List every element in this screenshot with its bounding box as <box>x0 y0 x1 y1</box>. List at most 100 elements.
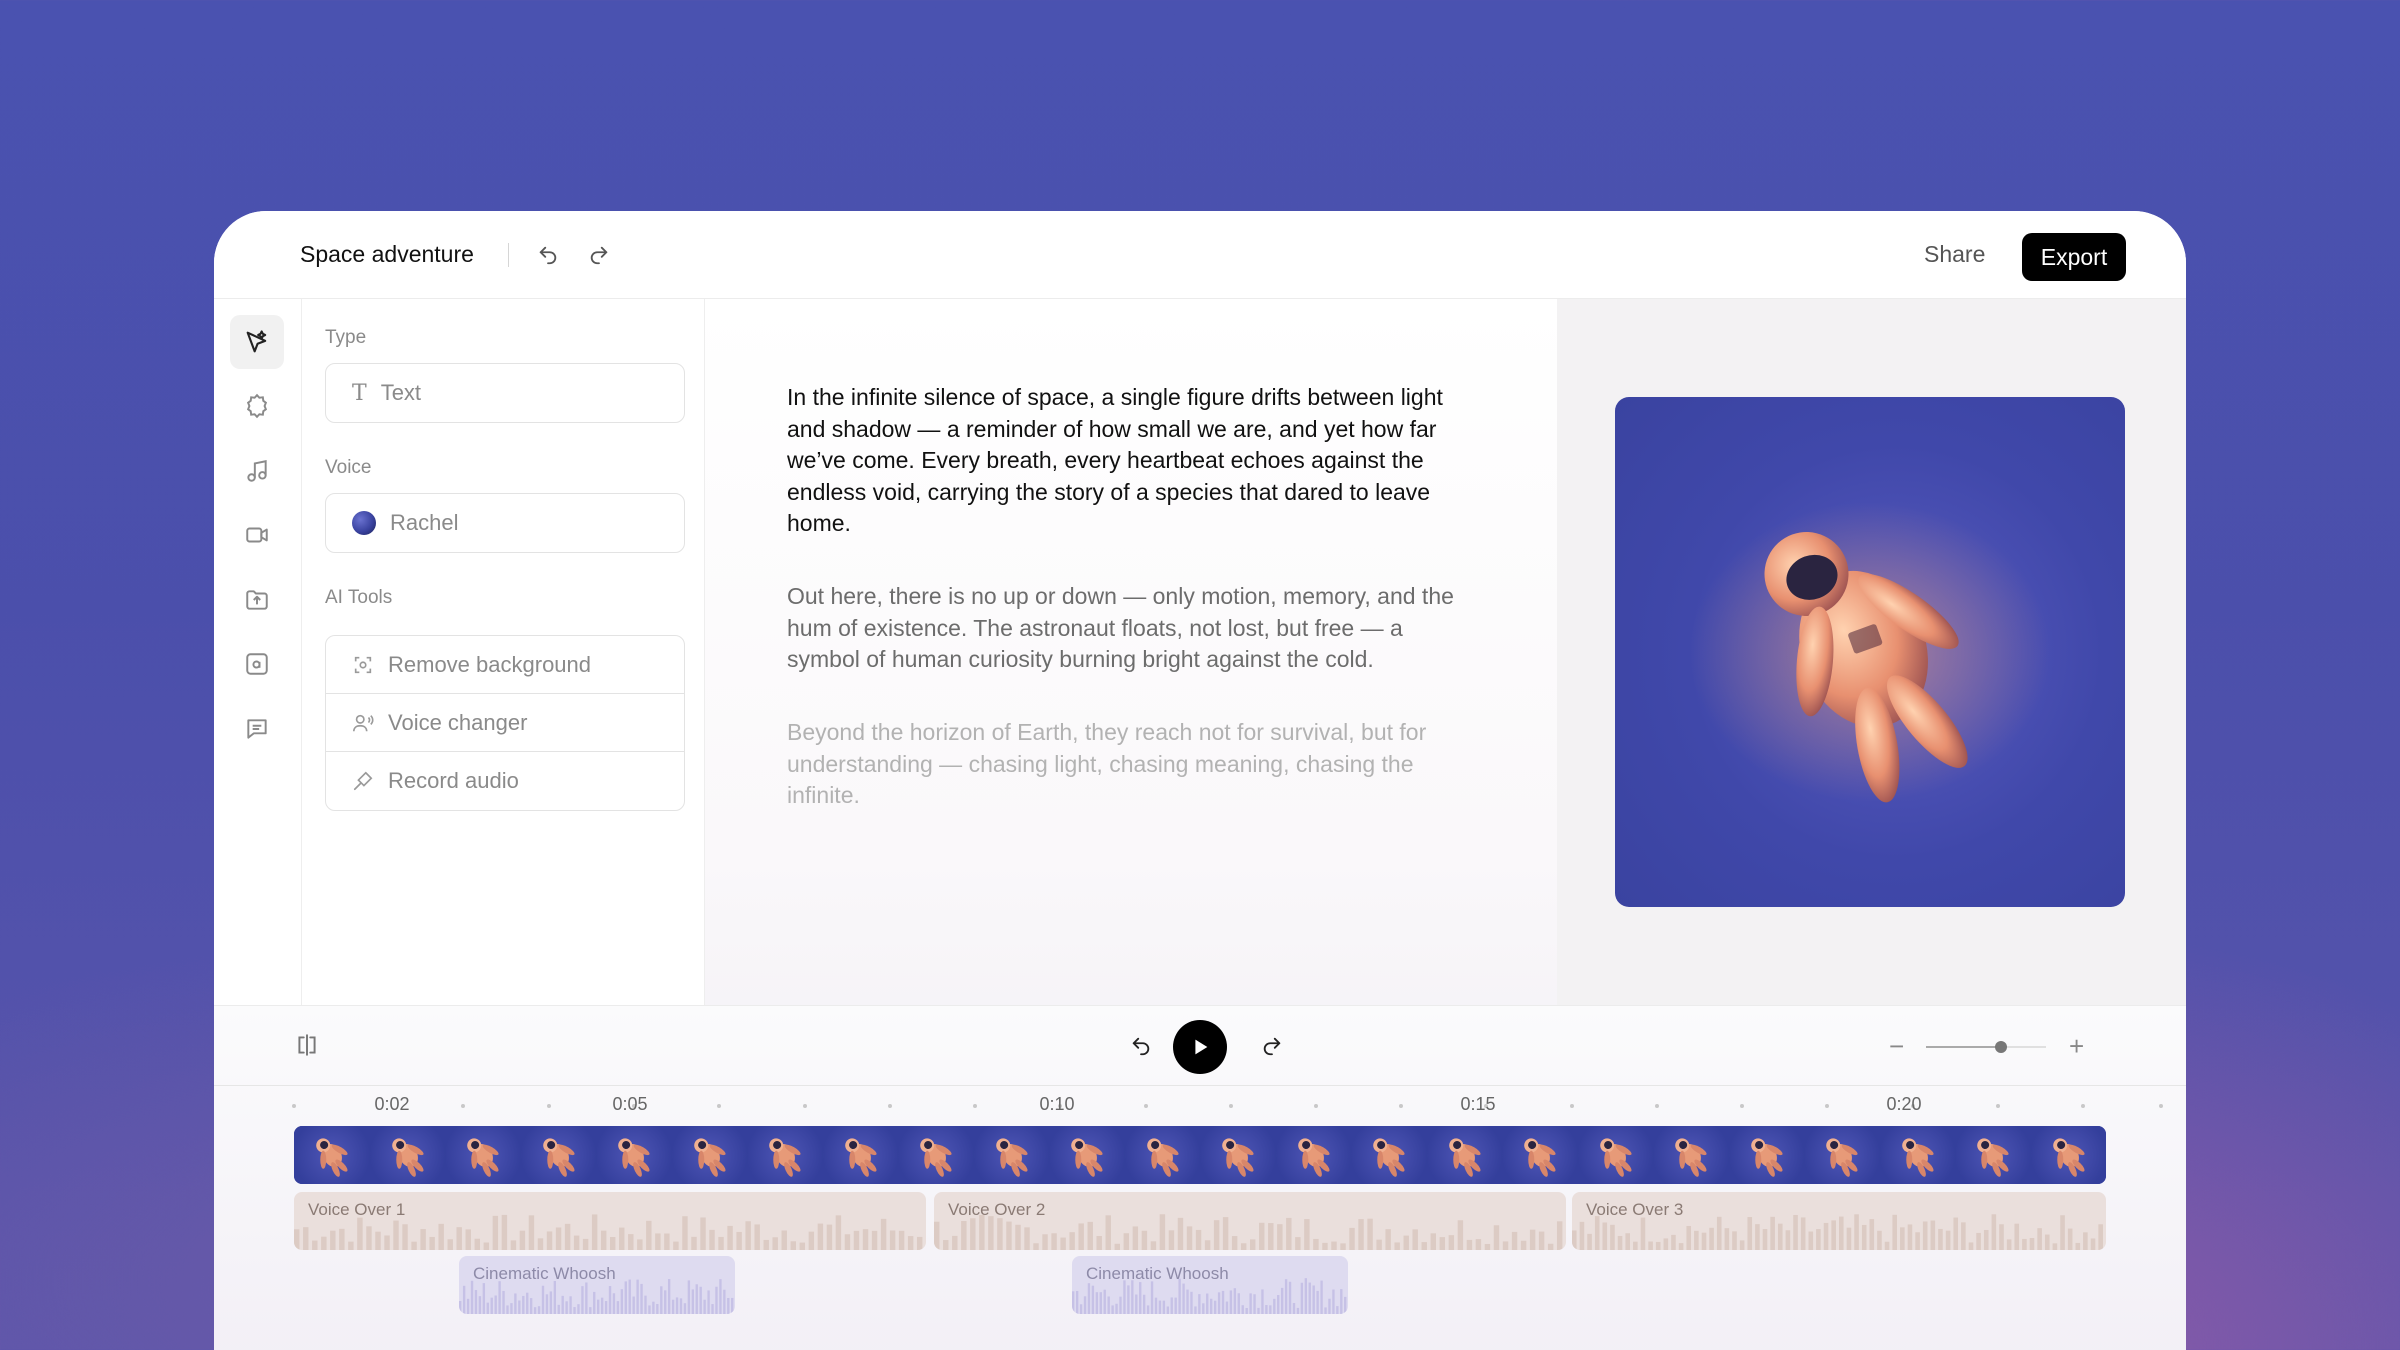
export-button[interactable]: Export <box>2022 233 2126 281</box>
type-section-label: Type <box>325 327 367 348</box>
video-frame-thumbnail <box>1577 1126 1653 1184</box>
voice-value: Rachel <box>390 510 459 535</box>
video-frame-thumbnail <box>1955 1126 2031 1184</box>
video-frame-thumbnail <box>1804 1126 1880 1184</box>
voice-changer-button[interactable]: Voice changer <box>326 694 684 752</box>
sfx-clip[interactable]: Cinematic Whoosh <box>459 1256 735 1314</box>
video-frame-thumbnail <box>294 1126 370 1184</box>
video-frame-thumbnail <box>1275 1126 1351 1184</box>
video-frame-thumbnail <box>1351 1126 1427 1184</box>
waveform <box>459 1279 734 1314</box>
ruler-tick <box>292 1104 296 1108</box>
script-paragraph-2[interactable]: Out here, there is no up or down — only … <box>787 581 1477 676</box>
header-divider <box>508 243 509 267</box>
voice-clip[interactable]: Voice Over 2 <box>934 1192 1566 1250</box>
music-icon <box>247 460 267 482</box>
video-frame-thumbnail <box>671 1126 747 1184</box>
script-paragraph-3[interactable]: Beyond the horizon of Earth, they reach … <box>787 717 1477 812</box>
ruler-tick <box>973 1104 977 1108</box>
play-button[interactable] <box>1173 1020 1227 1074</box>
plus-icon: + <box>2069 1031 2085 1061</box>
remove-background-icon <box>354 656 372 673</box>
timeline-area: − + 0:02 0:05 0:10 0:15 0:20 Voice Over 1 Vo… <box>214 1005 2186 1350</box>
video-icon <box>246 527 268 543</box>
ruler-label: 0:15 <box>1460 1094 1496 1114</box>
script-paragraph-1[interactable]: In the infinite silence of space, a sing… <box>787 382 1477 540</box>
forward-button[interactable] <box>1261 1035 1283 1062</box>
toggle-panel-button[interactable] <box>294 1032 320 1063</box>
ruler-tick <box>1740 1104 1744 1108</box>
video-frame-thumbnail <box>973 1126 1049 1184</box>
rail-video[interactable] <box>230 508 284 562</box>
video-frame-thumbnail <box>2030 1126 2106 1184</box>
record-audio-button[interactable]: Record audio <box>326 752 684 810</box>
video-track[interactable] <box>294 1126 2106 1184</box>
project-title[interactable]: Space adventure <box>300 241 474 268</box>
redo-icon <box>590 246 608 265</box>
voice-clip[interactable]: Voice Over 1 <box>294 1192 926 1250</box>
sfx-clip[interactable]: Cinematic Whoosh <box>1072 1256 1348 1314</box>
astronaut-image <box>1690 502 2050 803</box>
voice-avatar <box>352 511 376 535</box>
zoom-slider-track[interactable] <box>1926 1046 2006 1048</box>
video-frame-thumbnail <box>596 1126 672 1184</box>
ruler-tick <box>888 1104 892 1108</box>
voice-changer-icon <box>353 714 374 731</box>
video-frame-thumbnail <box>822 1126 898 1184</box>
tool-label: Remove background <box>388 651 592 677</box>
waveform <box>1572 1214 2103 1250</box>
ruler-tick <box>1825 1104 1829 1108</box>
video-frame-thumbnail <box>1728 1126 1804 1184</box>
rail-settings[interactable] <box>230 379 284 433</box>
settings-icon <box>246 393 268 419</box>
ruler-tick <box>717 1104 721 1108</box>
zoom-slider-rest[interactable] <box>2006 1046 2046 1048</box>
top-bar: Space adventure Share Export <box>214 211 2186 299</box>
tool-label: Voice changer <box>388 709 528 735</box>
ruler-tick <box>547 1104 551 1108</box>
ruler-label: 0:10 <box>1039 1094 1075 1114</box>
ai-tools-list: Remove background Voice changer Record a… <box>325 635 685 811</box>
redo-button[interactable] <box>583 239 615 271</box>
voice-clip[interactable]: Voice Over 3 <box>1572 1192 2106 1250</box>
rail-captions[interactable] <box>230 702 284 756</box>
ruler-tick <box>1996 1104 2000 1108</box>
rail-text[interactable] <box>230 637 284 691</box>
ruler-tick <box>2159 1104 2163 1108</box>
ruler-tick <box>1144 1104 1148 1108</box>
ruler-tick <box>1655 1104 1659 1108</box>
rail-upload[interactable] <box>230 573 284 627</box>
captions-icon <box>247 719 267 739</box>
undo-button[interactable] <box>532 239 564 271</box>
voice-select[interactable]: Rachel <box>325 493 685 553</box>
ruler-tick <box>2081 1104 2085 1108</box>
waveform <box>934 1214 1563 1250</box>
rewind-button[interactable] <box>1130 1035 1152 1062</box>
zoom-in-button[interactable]: + <box>2069 1031 2085 1061</box>
split-view-icon <box>298 1034 316 1056</box>
share-button[interactable]: Share <box>1924 241 1985 268</box>
play-icon <box>1195 1039 1208 1055</box>
ruler-label: 0:20 <box>1886 1094 1922 1114</box>
ruler-tick <box>1570 1104 1574 1108</box>
select-tool-icon <box>246 330 267 353</box>
ruler-label: 0:02 <box>374 1094 410 1114</box>
time-ruler[interactable]: 0:02 0:05 0:10 0:15 0:20 <box>214 1086 2186 1124</box>
rail-music[interactable] <box>230 444 284 498</box>
video-preview[interactable] <box>1615 397 2125 907</box>
waveform <box>294 1214 923 1250</box>
remove-background-button[interactable]: Remove background <box>326 636 684 694</box>
editor-window: Space adventure Share Export Type T Text… <box>214 211 2186 1350</box>
type-select[interactable]: T Text <box>325 363 685 423</box>
video-frame-thumbnail <box>747 1126 823 1184</box>
video-frame-thumbnail <box>1200 1126 1276 1184</box>
playback-controls: − + <box>214 1006 2186 1086</box>
zoom-out-button[interactable]: − <box>1889 1033 1904 1059</box>
ruler-tick <box>461 1104 465 1108</box>
forward-icon <box>1263 1037 1281 1056</box>
type-value: Text <box>380 380 422 405</box>
zoom-slider-handle[interactable] <box>1995 1041 2007 1053</box>
rail-select-tool[interactable] <box>230 315 284 369</box>
rewind-icon <box>1132 1037 1150 1056</box>
video-frame-thumbnail <box>445 1126 521 1184</box>
